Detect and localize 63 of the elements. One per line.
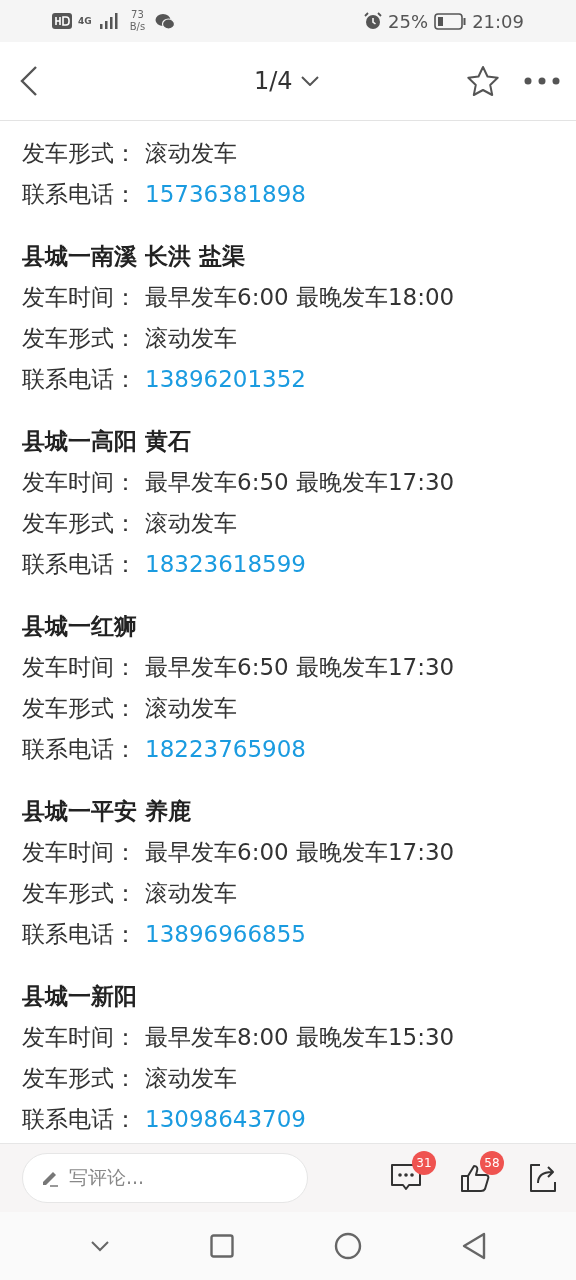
- field-label: 联系电话：: [22, 365, 137, 394]
- field-label: 发车形式：: [22, 509, 137, 538]
- star-icon[interactable]: [466, 65, 500, 97]
- field-label: 发车形式：: [22, 694, 137, 723]
- more-icon[interactable]: [524, 77, 560, 85]
- alarm-icon: [364, 12, 383, 30]
- phone-link[interactable]: 13098643709: [145, 1099, 306, 1140]
- field-value: 最早发车6:50 最晚发车17:30: [145, 653, 455, 682]
- field-value: 最早发车6:00 最晚发车18:00: [145, 283, 455, 312]
- field-value: 滚动发车: [145, 509, 237, 538]
- field-label: 发车时间：: [22, 468, 137, 497]
- field-value: 最早发车6:00 最晚发车17:30: [145, 838, 455, 867]
- phone-link[interactable]: 13896966855: [145, 914, 306, 955]
- battery-icon: [434, 12, 467, 30]
- route-title: 县城一南溪 长洪 盐渠: [22, 242, 246, 271]
- field-value: 滚动发车: [145, 879, 237, 908]
- back-icon[interactable]: [20, 66, 38, 96]
- home-icon[interactable]: [334, 1232, 362, 1260]
- field-label: 发车时间：: [22, 1023, 137, 1052]
- network-type: 4G: [78, 16, 92, 26]
- like-count: 58: [480, 1151, 504, 1175]
- share-icon[interactable]: [528, 1163, 558, 1193]
- field-label: 发车时间：: [22, 653, 137, 682]
- field-label: 联系电话：: [22, 180, 137, 209]
- battery-percent: 25%: [388, 10, 429, 32]
- field-label: 联系电话：: [22, 1105, 137, 1134]
- field-value: 最早发车8:00 最晚发车15:30: [145, 1023, 455, 1052]
- hd-icon: [52, 13, 72, 29]
- chat-bubbles-icon: [155, 12, 176, 30]
- field-label: 发车形式：: [22, 1064, 137, 1093]
- speed-unit: B/s: [129, 21, 146, 33]
- network-speed: 73: [131, 9, 144, 21]
- field-label: 联系电话：: [22, 735, 137, 764]
- field-label: 发车形式：: [22, 139, 137, 168]
- field-value: 滚动发车: [145, 1064, 237, 1093]
- field-label: 发车形式：: [22, 879, 137, 908]
- phone-link[interactable]: 18223765908: [145, 729, 306, 770]
- recents-icon[interactable]: [210, 1234, 234, 1258]
- chevron-down-icon[interactable]: [300, 76, 319, 86]
- field-label: 发车时间：: [22, 838, 137, 867]
- page-indicator[interactable]: 1/4: [254, 67, 293, 95]
- route-title: 县城一平安 养鹿: [22, 797, 192, 826]
- clock-time: 21:09: [472, 10, 524, 32]
- phone-link[interactable]: 15736381898: [145, 174, 306, 215]
- field-label: 联系电话：: [22, 550, 137, 579]
- phone-link[interactable]: 13896201352: [145, 359, 306, 400]
- field-label: 发车时间：: [22, 283, 137, 312]
- field-value: 滚动发车: [145, 694, 237, 723]
- comment-field[interactable]: 写评论...: [22, 1153, 308, 1203]
- chevron-down-icon[interactable]: [90, 1240, 110, 1252]
- pencil-icon: [41, 1169, 59, 1187]
- route-title: 县城一红狮: [22, 612, 138, 641]
- field-label: 联系电话：: [22, 920, 137, 949]
- field-value: 最早发车6:50 最晚发车17:30: [145, 468, 455, 497]
- route-title: 县城一新阳: [22, 982, 138, 1011]
- field-value: 滚动发车: [145, 324, 237, 353]
- comment-count: 31: [412, 1151, 436, 1175]
- back-triangle-icon[interactable]: [462, 1232, 486, 1260]
- field-value: 滚动发车: [145, 139, 237, 168]
- field-label: 发车形式：: [22, 324, 137, 353]
- route-title: 县城一高阳 黄石: [22, 427, 192, 456]
- phone-link[interactable]: 18323618599: [145, 544, 306, 585]
- signal-icon: [97, 13, 120, 29]
